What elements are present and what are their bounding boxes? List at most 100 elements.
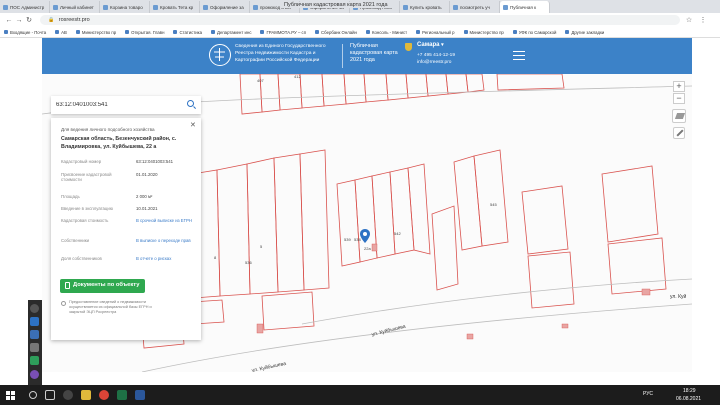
bookmark-item[interactable]: ГРАММОТА.РУ – сп	[260, 30, 306, 35]
cadastral-search-input[interactable]	[56, 99, 176, 111]
word-icon[interactable]	[135, 390, 145, 400]
bookmark-item[interactable]: Статистика	[173, 30, 202, 35]
yandex-browser-icon[interactable]	[63, 390, 73, 400]
bookmark-item[interactable]: УФК по Самарской	[512, 29, 557, 35]
region-name: Самара	[417, 42, 440, 48]
tray-time[interactable]: 18:29	[683, 388, 696, 394]
app-icon-6[interactable]	[30, 370, 39, 379]
info-icon	[61, 301, 66, 306]
chevron-down-icon: ▾	[441, 42, 444, 48]
address-bar[interactable]: 🔒 rosreestr.pro	[40, 15, 680, 25]
disclaimer-text: Предоставление сведений о недвижимости о…	[69, 300, 152, 315]
attribute-link[interactable]: В отчете о рисках	[136, 256, 194, 261]
app-icon-2[interactable]	[30, 317, 39, 326]
location-pin-icon[interactable]	[360, 229, 370, 243]
bookmark-label: УФК по Самарской	[518, 29, 557, 35]
tab-favicon-icon	[403, 4, 408, 10]
region-selector[interactable]: Самара ▾	[417, 42, 444, 48]
windows-start-icon[interactable]	[6, 390, 15, 400]
bookmark-item[interactable]: Входящие - Почта	[4, 30, 46, 35]
header-email[interactable]: info@rreestr.pro	[417, 60, 451, 65]
side-app-bar	[28, 300, 42, 385]
hamburger-menu-icon[interactable]	[513, 51, 525, 60]
bookmark-item[interactable]: Министерство пр	[75, 29, 117, 35]
documents-button-label: Документы по объекту	[73, 282, 140, 288]
bookmark-label: Министерство пр	[469, 29, 504, 35]
bookmark-label: Статистика	[179, 29, 203, 35]
browser-tab[interactable]: Оформление за	[200, 1, 250, 13]
ruler-button[interactable]	[673, 127, 685, 139]
attribute-value: 2 000 м²	[136, 194, 153, 199]
task-search-icon[interactable]	[29, 391, 37, 399]
zoom-in-button[interactable]: +	[673, 81, 685, 92]
attribute-label: Кадастровая стоимость	[61, 218, 109, 223]
bookmark-item[interactable]: Региональный р	[416, 29, 455, 35]
bookmark-label: Региональный р	[422, 29, 455, 35]
browser-tab[interactable]: Личный кабинет	[50, 1, 100, 13]
attribute-label: Введение в эксплуатацию	[61, 206, 114, 211]
app-icon-1[interactable]	[30, 304, 39, 313]
file-explorer-icon[interactable]	[81, 390, 91, 400]
address-bar-url: rosreestr.pro	[58, 17, 90, 23]
browser-tab[interactable]: Купить кровать	[400, 1, 450, 13]
bookmark-item[interactable]: Сбербанк Онлайн	[315, 30, 357, 35]
app-icon-3[interactable]	[30, 330, 39, 339]
reload-icon[interactable]: ↻	[24, 16, 34, 24]
bookmark-label: Входящие - Почта	[10, 29, 47, 35]
bookmark-favicon-icon	[416, 30, 421, 34]
app-icon-4[interactable]	[30, 343, 39, 352]
bookmark-label: AB	[61, 29, 67, 35]
browser-tab[interactable]: Кровать Тета кр	[150, 1, 200, 13]
tab-favicon-icon	[503, 4, 508, 10]
bookmark-label: Министерство пр	[81, 29, 117, 35]
app-icon-5[interactable]	[30, 356, 39, 365]
parcel-info-card: ✕ Для ведения личного подсобного хозяйст…	[51, 118, 201, 340]
cadastral-search-box[interactable]	[51, 96, 201, 114]
header-phone[interactable]: +7 495 414-12-19	[417, 53, 455, 58]
browser-tab[interactable]: Публичная к	[500, 1, 550, 13]
browser-tab[interactable]: ПОС Администр	[0, 1, 50, 13]
parcel-number-label: 412	[294, 74, 301, 79]
bookmark-label: Открытая. Главн	[131, 29, 165, 35]
browser-tab[interactable]: Корзина товаро	[100, 1, 150, 13]
tab-label: Оформление за	[210, 4, 244, 10]
star-icon[interactable]: ☆	[684, 16, 694, 24]
menu-icon[interactable]: ⋮	[698, 16, 708, 24]
excel-icon[interactable]	[117, 390, 127, 400]
tab-label: посмотреть уч	[460, 4, 490, 10]
tray-date[interactable]: 06.08.2021	[676, 396, 701, 402]
bookmark-favicon-icon	[211, 30, 216, 34]
parcel-number-label: 536	[245, 260, 252, 265]
chrome-icon[interactable]	[99, 390, 109, 400]
bookmark-item[interactable]: Консоль - Минист	[365, 30, 407, 35]
street-label-top: ул. Куй	[670, 293, 686, 300]
tab-favicon-icon	[253, 4, 258, 10]
documents-button[interactable]: Документы по объекту	[60, 279, 145, 293]
bookmark-item[interactable]: Другие закладки	[565, 30, 604, 35]
bookmark-favicon-icon	[75, 30, 80, 34]
tray-lang[interactable]: РУС	[643, 391, 653, 397]
map-title: Публичная кадастровая карта 2021 года	[350, 43, 398, 63]
bookmark-item[interactable]: Министерство пр	[463, 29, 504, 35]
bookmark-favicon-icon	[565, 30, 570, 34]
bookmark-item[interactable]: AB	[55, 30, 67, 35]
bookmark-item[interactable]: Департамент инс	[211, 30, 251, 35]
page-title: Публичная кадастровая карта 2021 года	[280, 2, 392, 8]
zoom-out-button[interactable]: −	[673, 93, 685, 104]
parcel-address: Самарская область, Безенчукский район, с…	[61, 136, 177, 150]
bookmark-favicon-icon	[260, 30, 265, 34]
back-icon[interactable]: ←	[4, 17, 14, 24]
document-icon	[65, 282, 70, 289]
browser-tab[interactable]: посмотреть уч	[450, 1, 500, 13]
bookmark-item[interactable]: Открытая. Главн	[125, 30, 164, 35]
task-view-icon[interactable]	[45, 390, 55, 400]
attribute-link[interactable]: В срочной выписке из ЕГРН	[136, 218, 194, 223]
forward-icon[interactable]: →	[14, 17, 24, 24]
layers-button[interactable]	[672, 109, 686, 123]
street-label-bottom: ул. Куйбышева	[251, 360, 287, 372]
attribute-label: Площадь	[61, 194, 80, 199]
windows-taskbar: РУС 18:29 06.08.2021	[0, 385, 720, 405]
bookmark-favicon-icon	[173, 30, 178, 34]
attribute-link[interactable]: В выписке о переходе прав	[136, 238, 194, 243]
bookmark-favicon-icon	[365, 30, 370, 34]
